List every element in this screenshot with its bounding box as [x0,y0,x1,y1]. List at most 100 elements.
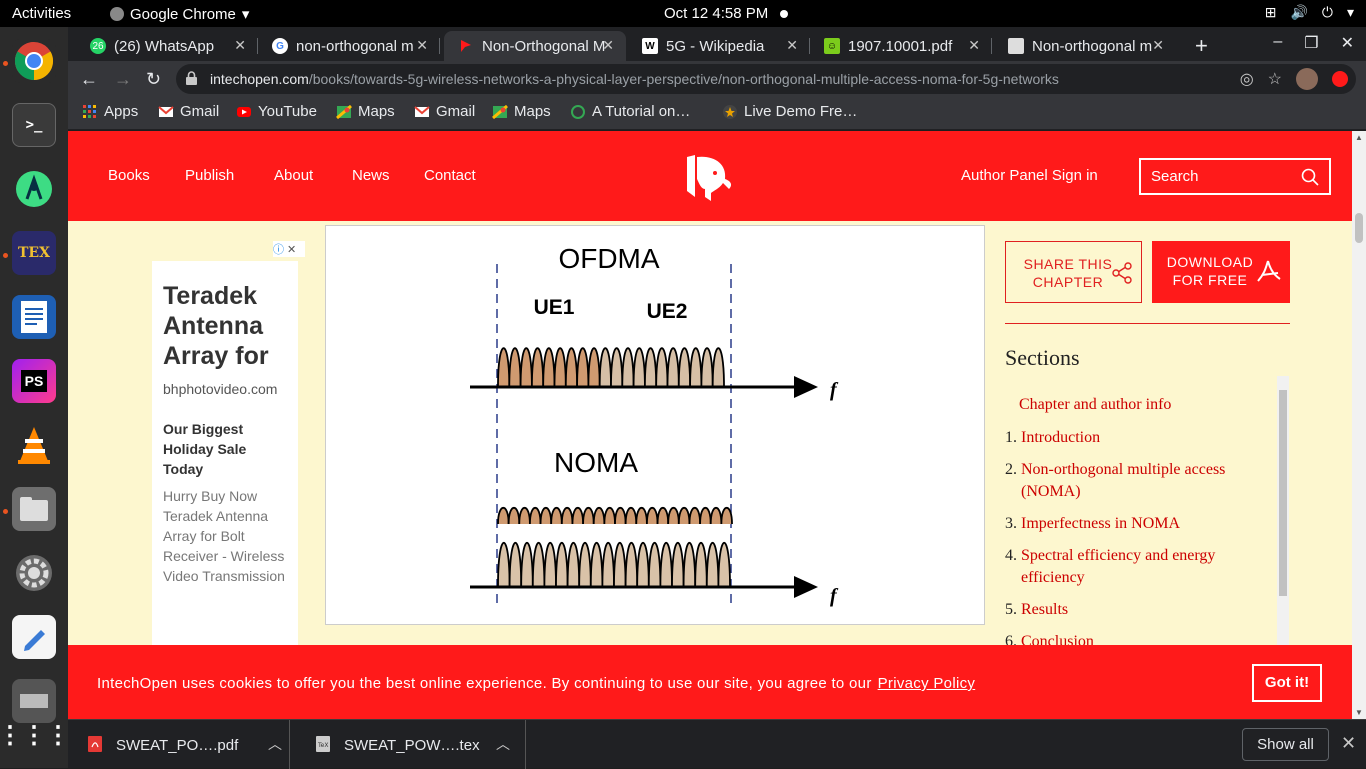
nav-news[interactable]: News [352,167,390,184]
close-downloads-bar-icon[interactable]: ✕ [1341,733,1356,754]
noma-subcarrier-user1 [709,506,723,525]
chrome-dock-icon[interactable] [12,39,56,83]
texstudio-icon[interactable]: TEX [12,231,56,275]
close-icon[interactable]: ✕ [416,37,428,54]
vlc-icon[interactable] [12,423,56,467]
section-number: 1. [1005,429,1017,446]
restore-icon[interactable]: ❐ [1304,33,1318,53]
window-close-icon[interactable]: ✕ [1341,33,1354,53]
noma-subcarrier-user2 [497,541,511,587]
bookmark-maps-2[interactable]: Maps [492,103,551,120]
minimize-icon[interactable]: – [1273,33,1282,53]
noma-subcarrier-user1 [635,506,648,525]
share-chapter-button[interactable]: SHARE THIS CHAPTER [1005,241,1142,303]
noma-subcarrier-user1 [603,506,616,525]
bookmark-maps[interactable]: Maps [336,103,395,120]
section-number: 4. [1005,547,1017,564]
noma-subcarrier-user2 [531,541,546,587]
chevron-up-icon[interactable]: ︿ [268,734,282,754]
bookmark-live-demo[interactable]: Live Demo Fre… [722,103,857,120]
tab-google-search[interactable]: G non-orthogonal m ✕ [258,31,440,61]
app-menu[interactable]: Google Chrome ▾ [110,5,249,23]
author-panel-sign-in[interactable]: Author Panel Sign in [961,167,1098,184]
chevron-up-icon[interactable]: ︿ [496,734,510,754]
tab-title: (26) WhatsApp [114,37,215,55]
show-apps-grid-icon[interactable]: ⋮⋮⋮ [0,713,70,757]
libreoffice-writer-icon[interactable] [12,295,56,339]
noma-subcarrier-user2 [717,541,731,587]
tab-wikipedia[interactable]: W 5G - Wikipedia ✕ [628,31,810,61]
tab-pdf[interactable]: ☺ 1907.10001.pdf ✕ [810,31,992,61]
tab-intechopen-active[interactable]: Non-Orthogonal M ✕ [444,31,626,61]
nav-about[interactable]: About [274,167,313,184]
close-icon[interactable]: ✕ [602,37,614,54]
scroll-up-arrow-icon[interactable]: ▲ [1355,133,1363,142]
privacy-policy-link[interactable]: Privacy Policy [878,675,976,692]
nav-publish[interactable]: Publish [185,167,234,184]
pdf-file-icon [88,736,102,752]
address-bar[interactable]: intechopen.com/books/towards-5g-wireless… [176,64,1356,94]
maps-icon [492,104,508,119]
tab-whatsapp[interactable]: 26 (26) WhatsApp ✕ [76,31,258,61]
bookmark-youtube[interactable]: YouTube [236,103,317,120]
ofdma-subcarrier [497,347,511,387]
close-icon[interactable]: ✕ [1152,37,1164,54]
window-controls: – ❐ ✕ [1273,33,1354,53]
system-tray[interactable]: ⊞ 🔊 ⏻ ▾ [1265,4,1354,21]
download-for-free-button[interactable]: DOWNLOAD FOR FREE [1152,241,1290,303]
site-search-input[interactable]: Search [1139,158,1331,195]
tab-doc[interactable]: Non-orthogonal m ✕ [994,31,1176,61]
close-icon[interactable]: ✕ [968,37,980,54]
noma-subcarrier-user2 [543,541,557,587]
new-tab-plus-icon[interactable]: + [1195,33,1208,59]
reload-icon[interactable]: ↻ [146,69,161,90]
bookmark-gmail-2[interactable]: Gmail [414,103,475,120]
ofdma-subcarrier [587,347,601,387]
noma-subcarrier-user2 [578,541,592,587]
ad-choices-badge[interactable]: ⓘ ✕ [273,241,305,257]
back-arrow-icon[interactable]: ← [80,69,98,90]
nav-books[interactable]: Books [108,167,150,184]
close-icon[interactable]: ✕ [786,37,798,54]
bookmark-apps[interactable]: Apps [82,103,138,120]
bookmark-gmail[interactable]: Gmail [158,103,219,120]
close-icon[interactable]: ✕ [234,37,246,54]
nav-contact[interactable]: Contact [424,167,476,184]
tracking-eye-slash-icon[interactable]: ◎ [1240,69,1254,89]
settings-gear-icon[interactable] [12,551,56,595]
bookmark-star-icon[interactable]: ☆ [1268,69,1282,89]
section-title: Non-orthogonal multiple access (NOMA) [1021,461,1226,500]
bookmark-label: A Tutorial on… [592,103,691,120]
search-icon[interactable] [1301,168,1319,186]
text-editor-icon[interactable] [12,615,56,659]
extension-update-icon[interactable] [1332,71,1348,87]
page-scrollbar[interactable]: ▲ ▼ [1352,131,1366,719]
sections-scrollbar[interactable] [1277,376,1289,646]
scroll-down-arrow-icon[interactable]: ▼ [1355,708,1363,717]
noma-subcarrier-user1 [688,506,701,525]
pdf-smile-icon: ☺ [824,38,840,54]
download-item-pdf[interactable]: SWEAT_PO….pdf ︿ [68,720,290,769]
noma-subcarrier-user1 [539,506,553,525]
download-item-tex[interactable]: TeX SWEAT_POW….tex ︿ [296,720,526,769]
advertisement[interactable]: Teradek Antenna Array for bhphotovideo.c… [152,261,298,661]
tab-divider [991,38,992,54]
files-icon[interactable] [12,487,56,531]
noma-subcarrier-user1 [720,506,733,525]
profile-avatar[interactable] [1296,68,1318,90]
google-icon: G [272,38,288,54]
android-studio-icon[interactable] [12,167,56,211]
show-all-downloads-button[interactable]: Show all [1242,728,1329,761]
got-it-button[interactable]: Got it! [1252,664,1322,702]
intechopen-logo[interactable] [685,153,735,203]
page-scroll-thumb[interactable] [1355,213,1363,243]
activities-button[interactable]: Activities [12,5,71,22]
ofdma-subcarrier [598,347,612,387]
terminal-icon[interactable]: >_ [12,103,56,147]
clock[interactable]: Oct 12 4:58 PM [664,5,789,22]
phpstorm-icon[interactable]: PS [12,359,56,403]
sections-scroll-thumb[interactable] [1279,390,1287,596]
noma-subcarrier-user1 [571,506,584,525]
forward-arrow-icon[interactable]: → [114,69,132,90]
bookmark-tutorial[interactable]: A Tutorial on… [570,103,690,120]
